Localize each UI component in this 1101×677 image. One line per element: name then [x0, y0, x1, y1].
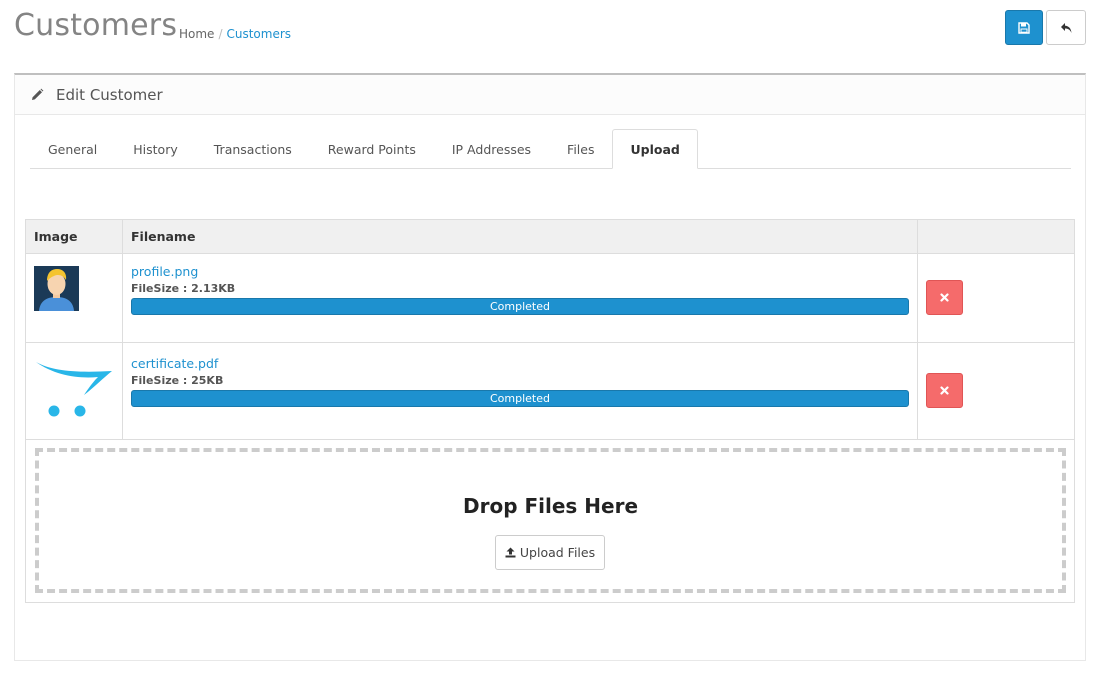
- tab-upload[interactable]: Upload: [612, 129, 698, 169]
- user-avatar-icon: [34, 266, 79, 311]
- pencil-icon: [32, 88, 44, 100]
- table-row: profile.png FileSize : 2.13KB Completed: [25, 253, 1075, 343]
- file-link[interactable]: profile.png: [131, 264, 909, 282]
- shopping-cart-logo-icon: [36, 362, 112, 417]
- reply-arrow-icon: [1060, 22, 1071, 33]
- filename-cell: certificate.pdf FileSize : 25KB Complete…: [122, 342, 918, 440]
- file-size: FileSize : 25KB: [131, 374, 224, 387]
- save-button[interactable]: [1005, 10, 1043, 45]
- upload-icon: [505, 547, 516, 558]
- breadcrumb: Home / Customers: [179, 27, 291, 41]
- tab-bar: General History Transactions Reward Poin…: [30, 129, 1071, 169]
- tab-transactions[interactable]: Transactions: [196, 129, 310, 169]
- delete-file-button[interactable]: [926, 373, 963, 408]
- action-cell: [917, 342, 1075, 440]
- column-header-filename: Filename: [122, 219, 918, 254]
- drop-zone-container: Drop Files Here Upload Files: [25, 439, 1075, 603]
- upload-files-label: Upload Files: [519, 545, 596, 560]
- breadcrumb-customers[interactable]: Customers: [226, 27, 291, 41]
- column-header-actions: [917, 219, 1075, 254]
- drop-zone[interactable]: Drop Files Here Upload Files: [35, 448, 1066, 593]
- page-title: Customers: [14, 8, 178, 43]
- delete-file-button[interactable]: [926, 280, 963, 315]
- tab-ip-addresses[interactable]: IP Addresses: [434, 129, 549, 169]
- upload-progress-bar: Completed: [131, 298, 909, 315]
- upload-progress-bar: Completed: [131, 390, 909, 407]
- breadcrumb-home[interactable]: Home: [179, 27, 214, 41]
- file-link[interactable]: certificate.pdf: [131, 356, 909, 374]
- close-icon: [940, 386, 949, 395]
- breadcrumb-separator: /: [218, 27, 223, 41]
- tab-general[interactable]: General: [30, 129, 115, 169]
- file-size: FileSize : 2.13KB: [131, 282, 236, 295]
- panel-title: Edit Customer: [56, 85, 163, 104]
- edit-customer-panel: Edit Customer General History Transactio…: [14, 73, 1086, 661]
- column-header-image: Image: [25, 219, 123, 254]
- upload-files-button[interactable]: Upload Files: [495, 535, 605, 570]
- thumbnail-cell: [25, 342, 123, 440]
- floppy-disk-icon: [1018, 21, 1030, 34]
- table-row: certificate.pdf FileSize : 25KB Complete…: [25, 342, 1075, 440]
- panel-heading: Edit Customer: [15, 75, 1085, 115]
- uploaded-files-table: Image Filename profile.png FileSize: 2.…: [25, 219, 1075, 440]
- filename-cell: profile.png FileSize : 2.13KB Completed: [122, 253, 918, 343]
- close-icon: [940, 293, 949, 302]
- back-button[interactable]: [1046, 10, 1086, 45]
- action-cell: [917, 253, 1075, 343]
- tab-history[interactable]: History: [115, 129, 195, 169]
- tab-files[interactable]: Files: [549, 129, 612, 169]
- drop-zone-title: Drop Files Here: [462, 494, 639, 518]
- tab-reward-points[interactable]: Reward Points: [310, 129, 434, 169]
- thumbnail-cell: [25, 253, 123, 343]
